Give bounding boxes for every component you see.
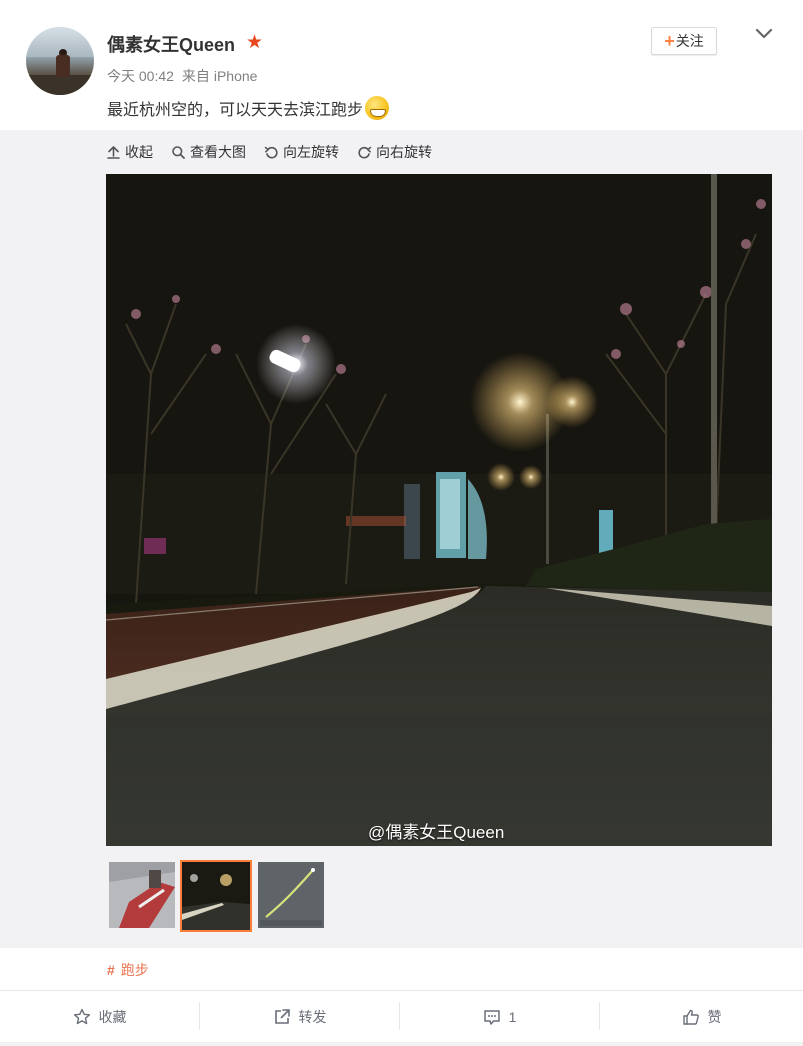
rotate-left-icon (264, 146, 278, 158)
repost-button[interactable]: 转发 (200, 991, 399, 1043)
hashtag-icon: # (107, 962, 115, 978)
night-road-image (106, 174, 772, 846)
thumbs-up-icon (682, 1009, 699, 1025)
post-text-content: 最近杭州空的，可以天天去滨江跑步 (107, 102, 364, 119)
collapse-button[interactable]: 收起 (106, 142, 153, 162)
thumbnail-2[interactable] (180, 860, 252, 932)
comment-icon (483, 1010, 500, 1025)
thumbnail-1[interactable] (109, 862, 175, 928)
post-source[interactable]: iPhone (214, 68, 258, 84)
favorite-label: 收藏 (98, 1009, 127, 1025)
media-toolbar: 收起 查看大图 向左旋转 向右旋转 (106, 141, 450, 163)
rotate-right-label: 向右旋转 (376, 144, 432, 160)
comment-button[interactable]: 1 (400, 991, 599, 1043)
share-icon (274, 1009, 290, 1024)
plus-icon: + (664, 31, 675, 51)
collapse-up-icon (107, 145, 120, 159)
collapse-label: 收起 (125, 144, 153, 160)
comment-count: 1 (508, 1009, 517, 1025)
star-badge-icon: ★ (246, 32, 264, 53)
search-icon (172, 145, 185, 159)
bottom-divider (0, 1042, 803, 1046)
chevron-down-icon[interactable] (754, 24, 774, 44)
view-large-label: 查看大图 (190, 144, 246, 160)
like-label: 赞 (707, 1009, 722, 1025)
rotate-left-label: 向左旋转 (283, 144, 339, 160)
thumb-night-road-image (182, 862, 250, 930)
rotate-right-button[interactable]: 向右旋转 (357, 142, 432, 162)
star-icon (73, 1008, 90, 1025)
action-bar: 收藏 转发 1 赞 (0, 990, 803, 1043)
post-time[interactable]: 今天 00:42 (107, 68, 174, 84)
follow-button[interactable]: + 关注 (651, 27, 717, 55)
post-meta: 今天 00:42 来自 iPhone (107, 66, 261, 86)
repost-label: 转发 (298, 1009, 327, 1025)
view-large-button[interactable]: 查看大图 (171, 142, 246, 162)
grin-emoji-icon (365, 96, 390, 120)
topic-label: 跑步 (120, 962, 149, 978)
post-text: 最近杭州空的，可以天天去滨江跑步 (107, 96, 390, 120)
favorite-button[interactable]: 收藏 (0, 991, 199, 1043)
rotate-left-button[interactable]: 向左旋转 (264, 142, 339, 162)
avatar[interactable] (26, 27, 94, 95)
follow-label: 关注 (675, 33, 704, 49)
rotate-right-icon (358, 146, 372, 158)
like-button[interactable]: 赞 (600, 991, 803, 1043)
photo-watermark: @偶素女王Queen (368, 823, 505, 842)
thumb-track-image (109, 862, 175, 928)
topic-row: # 跑步 (0, 948, 803, 990)
thumbnail-3[interactable] (258, 862, 324, 928)
post-header: 偶素女王Queen ★ 今天 00:42 来自 iPhone 最近杭州空的，可以天… (0, 0, 803, 130)
topic-tag[interactable]: # 跑步 (107, 960, 149, 980)
thumb-route-map-image (258, 862, 324, 928)
source-prefix: 来自 (181, 68, 210, 84)
username[interactable]: 偶素女王Queen (107, 31, 235, 57)
main-photo[interactable]: @偶素女王Queen (106, 174, 772, 846)
